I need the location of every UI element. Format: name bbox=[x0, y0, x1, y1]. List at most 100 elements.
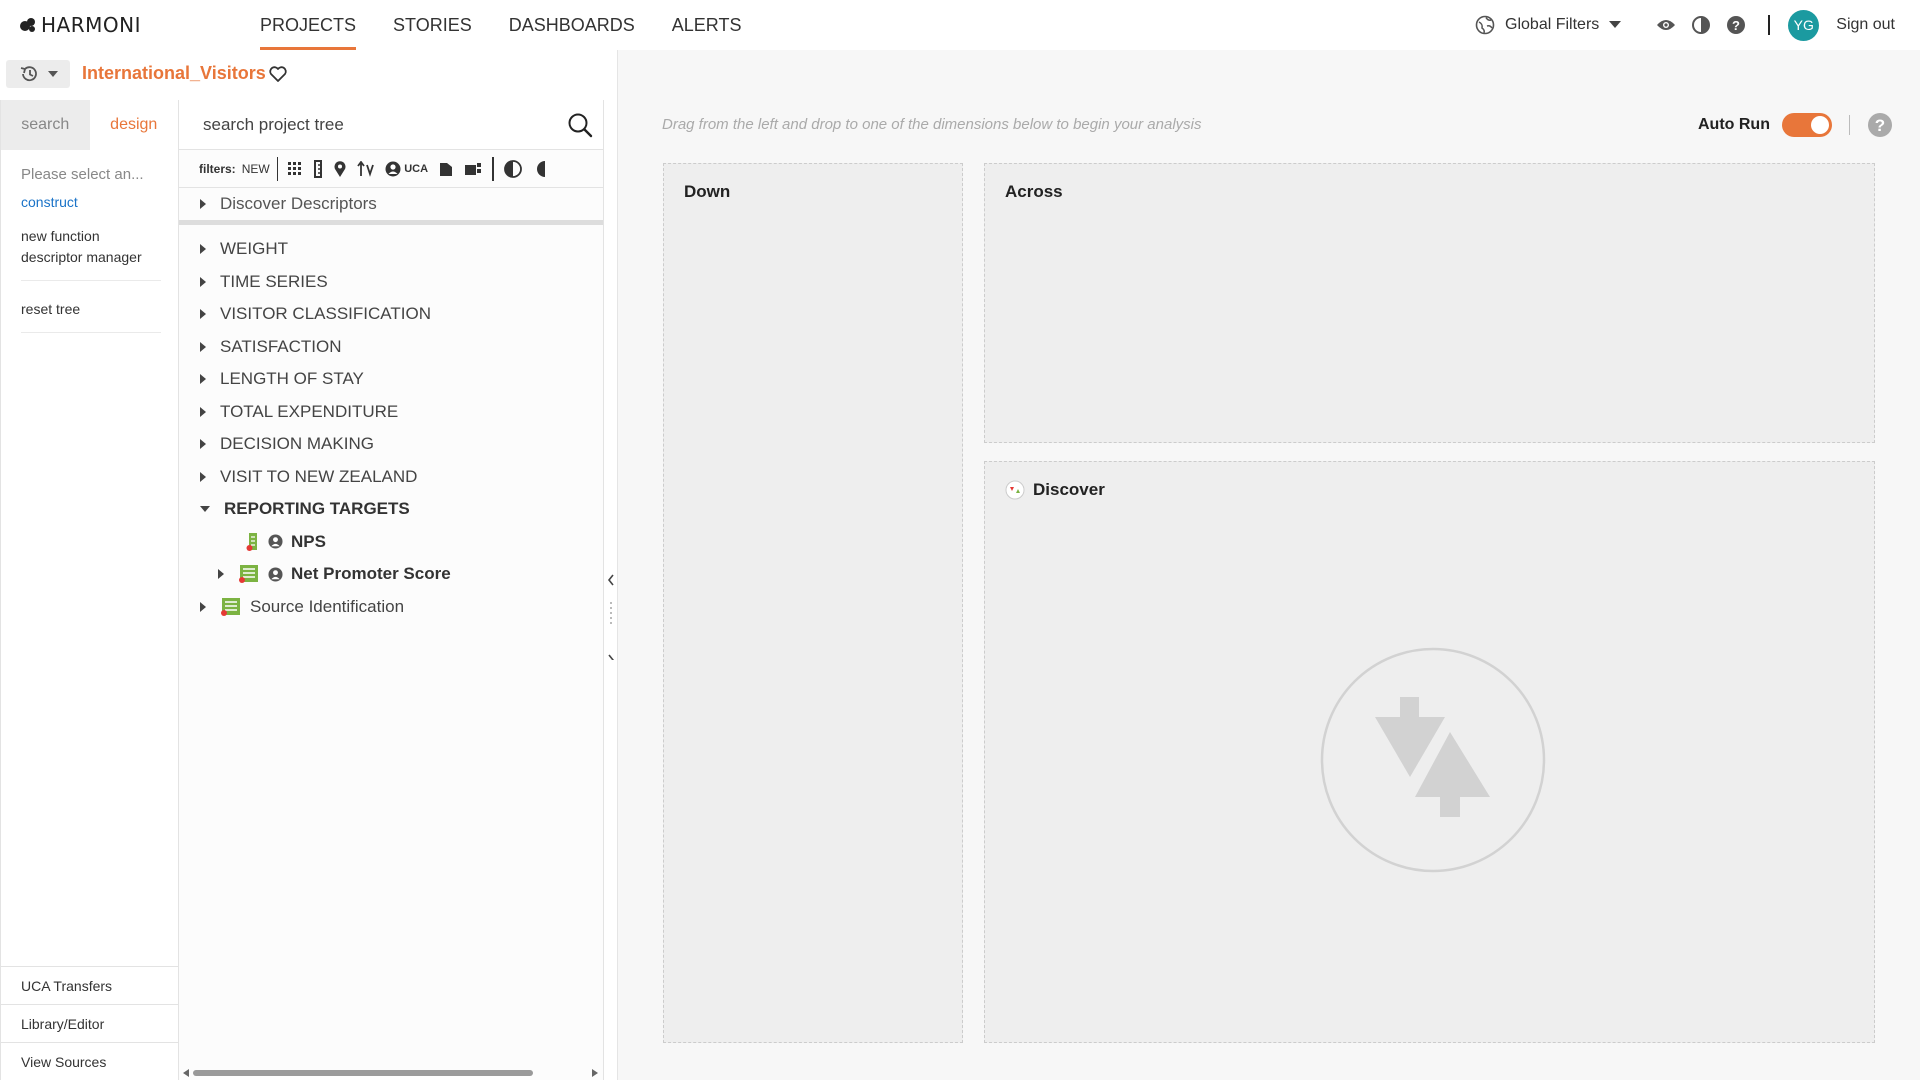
across-title: Across bbox=[1005, 182, 1063, 201]
history-button[interactable] bbox=[6, 60, 70, 88]
tree-node-label: TOTAL EXPENDITURE bbox=[220, 401, 399, 421]
filter-divider bbox=[492, 156, 494, 181]
tree-node-length-of-stay[interactable]: LENGTH OF STAY bbox=[179, 363, 603, 396]
scroll-left-icon[interactable] bbox=[183, 1069, 189, 1077]
chevron-down-icon bbox=[47, 71, 58, 77]
tree-node-time-series[interactable]: TIME SERIES bbox=[179, 266, 603, 299]
expand-caret-icon[interactable] bbox=[200, 341, 206, 352]
tree-node-visit-to-new-zealand[interactable]: VISIT TO NEW ZEALAND bbox=[179, 461, 603, 494]
collapse-caret-icon[interactable] bbox=[200, 506, 210, 513]
descriptor-manager-link[interactable]: descriptor manager bbox=[21, 247, 158, 268]
tree-node-label: DECISION MAKING bbox=[220, 434, 374, 454]
scroll-right-icon[interactable] bbox=[592, 1069, 598, 1077]
expand-caret-icon[interactable] bbox=[200, 276, 206, 287]
sort-filter-icon[interactable] bbox=[357, 159, 375, 179]
panel-resize-handle[interactable] bbox=[606, 560, 616, 666]
global-filters-button[interactable]: Global Filters bbox=[1475, 15, 1622, 35]
folder-filter-icon[interactable] bbox=[438, 159, 454, 179]
nav-dashboards[interactable]: DASHBOARDS bbox=[509, 0, 635, 50]
card-filter-icon[interactable] bbox=[464, 159, 482, 179]
help-icon[interactable]: ? bbox=[1725, 14, 1747, 36]
brand-name: HARMONI bbox=[41, 13, 141, 37]
tree-node-reporting-targets[interactable]: REPORTING TARGETS bbox=[179, 493, 603, 526]
tree-node-weight[interactable]: WEIGHT bbox=[179, 233, 603, 266]
sidebar-divider bbox=[21, 280, 161, 281]
filter-new-button[interactable]: NEW bbox=[242, 162, 270, 176]
tree-node-label: Discover Descriptors bbox=[220, 194, 377, 213]
tree-node-nps[interactable]: NPS bbox=[179, 526, 603, 559]
svg-text:?: ? bbox=[1732, 18, 1740, 33]
across-dropzone[interactable]: Across bbox=[984, 163, 1875, 443]
reset-tree-link[interactable]: reset tree bbox=[21, 299, 158, 320]
uca-transfers-link[interactable]: UCA Transfers bbox=[1, 966, 179, 1004]
expand-caret-icon[interactable] bbox=[200, 244, 206, 255]
tree-node-satisfaction[interactable]: SATISFACTION bbox=[179, 331, 603, 364]
expand-caret-icon[interactable] bbox=[200, 406, 206, 417]
grid-filter-icon[interactable] bbox=[287, 159, 303, 179]
location-filter-icon[interactable] bbox=[333, 159, 347, 179]
uca-filter-button[interactable]: UCA bbox=[385, 159, 428, 179]
help-icon[interactable]: ? bbox=[1867, 112, 1893, 138]
tree-node-label: VISITOR CLASSIFICATION bbox=[220, 304, 431, 324]
down-dropzone[interactable]: Down bbox=[663, 163, 963, 1043]
search-icon[interactable] bbox=[567, 112, 593, 138]
expand-caret-icon[interactable] bbox=[200, 439, 206, 450]
discover-dropzone[interactable]: Discover bbox=[984, 461, 1875, 1043]
column-filter-icon[interactable] bbox=[313, 159, 323, 179]
tree-node-decision-making[interactable]: DECISION MAKING bbox=[179, 428, 603, 461]
avatar[interactable]: YG bbox=[1788, 9, 1820, 41]
header-divider bbox=[1768, 15, 1771, 35]
new-function-link[interactable]: new function bbox=[21, 226, 158, 247]
tab-design[interactable]: design bbox=[89, 100, 178, 150]
nav-stories[interactable]: STORIES bbox=[393, 0, 472, 50]
auto-run-control: Auto Run ? bbox=[1698, 112, 1893, 138]
discover-icon bbox=[1005, 480, 1025, 500]
tree-node-source-identification[interactable]: Source Identification bbox=[179, 591, 603, 624]
drag-drop-hint: Drag from the left and drop to one of th… bbox=[662, 116, 1202, 133]
horizontal-scrollbar[interactable] bbox=[183, 1069, 598, 1077]
project-tree-panel: filters: NEW UCA bbox=[179, 100, 604, 1080]
tree-node-label: VISIT TO NEW ZEALAND bbox=[220, 466, 418, 486]
sidebar-divider bbox=[21, 332, 161, 333]
nav-alerts[interactable]: ALERTS bbox=[672, 0, 742, 50]
tree-node-label: Net Promoter Score bbox=[291, 564, 451, 584]
expand-caret-icon[interactable] bbox=[200, 199, 206, 209]
user-icon bbox=[385, 161, 401, 176]
scrollbar-thumb[interactable] bbox=[193, 1070, 533, 1076]
project-name[interactable]: International_Visitors bbox=[82, 63, 266, 84]
view-sources-link[interactable]: View Sources bbox=[1, 1042, 179, 1080]
expand-caret-icon[interactable] bbox=[200, 374, 206, 385]
harmoni-logo[interactable]: HARMONI bbox=[19, 13, 141, 37]
discover-title: Discover bbox=[1033, 480, 1105, 499]
tree-node-visitor-classification[interactable]: VISITOR CLASSIFICATION bbox=[179, 298, 603, 331]
logo-icon bbox=[20, 18, 35, 32]
tree-node-total-expenditure[interactable]: TOTAL EXPENDITURE bbox=[179, 396, 603, 429]
expand-caret-icon[interactable] bbox=[200, 309, 206, 320]
sign-out-link[interactable]: Sign out bbox=[1836, 16, 1895, 34]
contrast-icon[interactable] bbox=[1690, 14, 1712, 36]
library-editor-link[interactable]: Library/Editor bbox=[1, 1004, 179, 1042]
expand-caret-icon[interactable] bbox=[200, 601, 206, 612]
expand-caret-icon[interactable] bbox=[200, 471, 206, 482]
select-placeholder[interactable]: Please select an... bbox=[21, 164, 158, 185]
tree-search-input[interactable] bbox=[203, 112, 563, 138]
expand-caret-icon[interactable] bbox=[218, 569, 224, 580]
left-panel: International_Visitors search design Ple… bbox=[0, 50, 618, 1080]
divider bbox=[1848, 115, 1850, 135]
globe-icon bbox=[1475, 15, 1495, 35]
uca-filter-label: UCA bbox=[404, 162, 429, 175]
moon-filter-icon[interactable] bbox=[533, 159, 547, 179]
toggle-filter-icon[interactable] bbox=[503, 159, 523, 179]
tree-node-net-promoter-score[interactable]: Net Promoter Score bbox=[179, 558, 603, 591]
tree-node-discover-descriptors[interactable]: Discover Descriptors bbox=[179, 188, 603, 225]
auto-run-toggle[interactable] bbox=[1781, 113, 1832, 137]
filters-label: filters: bbox=[199, 161, 236, 176]
eye-icon[interactable] bbox=[1655, 14, 1677, 36]
nav-projects[interactable]: PROJECTS bbox=[260, 0, 357, 50]
main-nav: PROJECTS STORIES DASHBOARDS ALERTS bbox=[260, 0, 778, 50]
favorite-heart-icon[interactable] bbox=[268, 65, 288, 83]
tab-search[interactable]: search bbox=[1, 100, 90, 150]
sidebar-tabs: search design bbox=[1, 100, 178, 150]
construct-link[interactable]: construct bbox=[21, 192, 158, 213]
